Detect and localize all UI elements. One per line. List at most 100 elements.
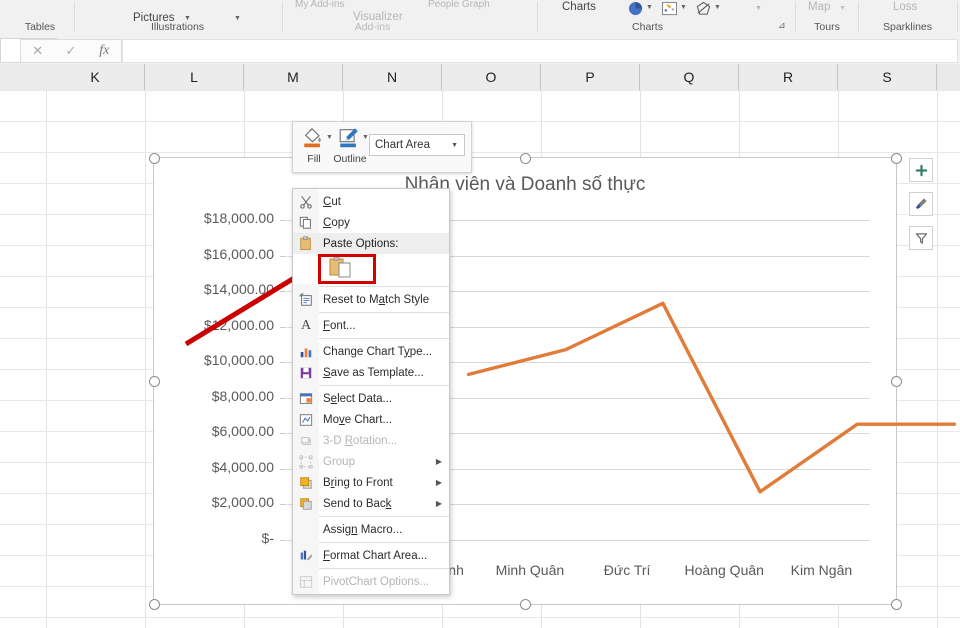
chart-styles-button[interactable]: [909, 192, 933, 216]
context-menu-item-font[interactable]: A Font...: [293, 315, 449, 336]
context-menu-item-label: 3-D Rotation...: [323, 434, 398, 447]
context-menu[interactable]: Cut Copy Paste Options: Reset to Match Styl…: [292, 188, 450, 595]
column-header-m[interactable]: M: [244, 64, 343, 90]
column-header-row: KLMNOPQRS: [0, 64, 960, 91]
fill-button[interactable]: [301, 126, 325, 155]
context-menu-item-change-chart-type[interactable]: Change Chart Type...: [293, 341, 449, 362]
chart-y-axis-tick: [280, 220, 286, 221]
column-header-o[interactable]: O: [442, 64, 541, 90]
column-header-k[interactable]: K: [46, 64, 145, 90]
ribbon-group-tours: Map ▼ Tours: [798, 0, 856, 36]
ribbon-group-label-tables: Tables: [24, 21, 56, 33]
context-menu-separator: [319, 516, 449, 517]
context-menu-item-send-to-back[interactable]: Send to Back ▶: [293, 493, 449, 514]
ribbon-command-my-addins[interactable]: My Add-ins: [295, 0, 344, 10]
chevron-down-icon[interactable]: ▼: [839, 5, 846, 12]
context-menu-item-format-chart-area[interactable]: Format Chart Area...: [293, 545, 449, 566]
ribbon-divider: [795, 2, 796, 32]
context-menu-item-assign-macro[interactable]: Assign Macro...: [293, 519, 449, 540]
context-menu-item-paste-options[interactable]: Paste Options:: [293, 233, 449, 254]
ribbon-group-addins: My Add-ins Visualizer People Graph Add-i…: [285, 0, 490, 36]
column-header-q[interactable]: Q: [640, 64, 739, 90]
chart-resize-handle-sw[interactable]: [149, 599, 160, 610]
context-menu-item-group: Group ▶: [293, 451, 449, 472]
chart-y-axis-label: $18,000.00: [203, 210, 274, 226]
chart-y-axis-tick: [280, 362, 286, 364]
chart-object[interactable]: Nhân viên và Doanh số thực $18,000.00 $16…: [153, 157, 957, 605]
chart-y-axis-label: $12,000.00: [203, 316, 274, 333]
grid-line-vertical: [145, 90, 146, 628]
chart-y-axis-label: $-: [261, 530, 274, 546]
context-menu-item-label: Select Data...: [323, 392, 393, 405]
send-back-icon: [297, 495, 315, 512]
reset-style-icon: [297, 291, 315, 308]
scatter-chart-icon[interactable]: [662, 2, 677, 21]
radar-chart-icon[interactable]: [696, 1, 711, 21]
ribbon-command-charts[interactable]: Charts: [562, 1, 596, 13]
confirm-formula-button[interactable]: ✓: [54, 43, 87, 59]
chevron-down-icon[interactable]: ▼: [755, 5, 762, 12]
ribbon-command-loss[interactable]: Loss: [893, 1, 917, 13]
context-menu-item-save-as-template[interactable]: Save as Template...: [293, 362, 449, 383]
column-header-p[interactable]: P: [541, 64, 640, 90]
chart-element-selector[interactable]: Chart Area ▼: [369, 134, 465, 156]
context-menu-item-label: Bring to Front: [323, 476, 393, 489]
mini-toolbar[interactable]: ▼ Fill ▼ Outline Chart Area ▼: [292, 121, 472, 173]
grid-line-horizontal: [0, 121, 960, 122]
chevron-down-icon[interactable]: ▼: [326, 134, 333, 141]
chart-y-axis-tick: [280, 504, 286, 506]
chart-title[interactable]: Nhân viên và Doanh số thực: [154, 174, 896, 196]
ribbon-command-people-graph[interactable]: People Graph: [428, 0, 490, 10]
chart-elements-button[interactable]: [909, 158, 933, 182]
context-menu-item-reset-to-match-style[interactable]: Reset to Match Style: [293, 289, 449, 310]
column-header-s[interactable]: S: [838, 64, 937, 90]
formula-bar: ✕ ✓ fx: [0, 36, 960, 65]
chevron-down-icon[interactable]: ▼: [714, 4, 721, 11]
pivotchart-icon: [297, 573, 315, 590]
column-header-r[interactable]: R: [739, 64, 838, 90]
chevron-down-icon[interactable]: ▼: [680, 4, 687, 11]
clipboard-icon: [297, 235, 315, 252]
dialog-launcher-icon[interactable]: ⊿: [778, 20, 786, 31]
chart-resize-handle-s[interactable]: [520, 599, 531, 610]
context-menu-item-3-d-rotation: 3-D Rotation...: [293, 430, 449, 451]
chevron-down-icon[interactable]: ▼: [451, 142, 458, 149]
paintbrush-icon: [915, 198, 927, 209]
chart-y-axis-label: $8,000.00: [211, 387, 274, 404]
outline-button[interactable]: [337, 126, 361, 155]
context-menu-item-label: Paste Options:: [323, 237, 399, 250]
chevron-right-icon: ▶: [435, 499, 442, 508]
context-menu-item-bring-to-front[interactable]: Bring to Front ▶: [293, 472, 449, 493]
context-menu-item-label: Format Chart Area...: [323, 549, 428, 562]
ribbon-divider: [537, 2, 538, 32]
select-all-corner[interactable]: [0, 64, 47, 90]
formula-input[interactable]: [122, 39, 958, 63]
pie-chart-icon[interactable]: [628, 1, 643, 21]
chart-resize-handle-e[interactable]: [891, 376, 902, 387]
chart-resize-handle-w[interactable]: [149, 376, 160, 387]
chart-filters-button[interactable]: [909, 226, 933, 250]
chevron-down-icon[interactable]: ▼: [646, 4, 653, 11]
chart-resize-handle-ne[interactable]: [891, 153, 902, 164]
chart-resize-handle-nw[interactable]: [149, 153, 160, 164]
chart-series-line[interactable]: [420, 282, 960, 602]
chart-resize-handle-se[interactable]: [891, 599, 902, 610]
chart-y-axis-label: $14,000.00: [203, 281, 274, 298]
chevron-right-icon: ▶: [435, 478, 442, 487]
column-header-l[interactable]: L: [145, 64, 244, 90]
context-menu-item-copy[interactable]: Copy: [293, 212, 449, 233]
context-menu-item-select-data[interactable]: Select Data...: [293, 388, 449, 409]
insert-function-button[interactable]: fx: [88, 43, 121, 59]
context-menu-separator: [319, 312, 449, 313]
column-header-n[interactable]: N: [343, 64, 442, 90]
context-menu-item-cut[interactable]: Cut: [293, 191, 449, 212]
ribbon-divider: [858, 2, 859, 32]
chart-y-axis-tick: [280, 291, 286, 293]
ribbon-group-sparklines: Loss Sparklines: [860, 0, 955, 36]
cancel-formula-button[interactable]: ✕: [21, 43, 54, 59]
ribbon-command-map[interactable]: Map: [808, 1, 830, 13]
chevron-down-icon[interactable]: ▼: [362, 134, 369, 141]
context-menu-separator: [319, 338, 449, 339]
chart-resize-handle-n[interactable]: [520, 153, 531, 164]
context-menu-item-move-chart[interactable]: Move Chart...: [293, 409, 449, 430]
